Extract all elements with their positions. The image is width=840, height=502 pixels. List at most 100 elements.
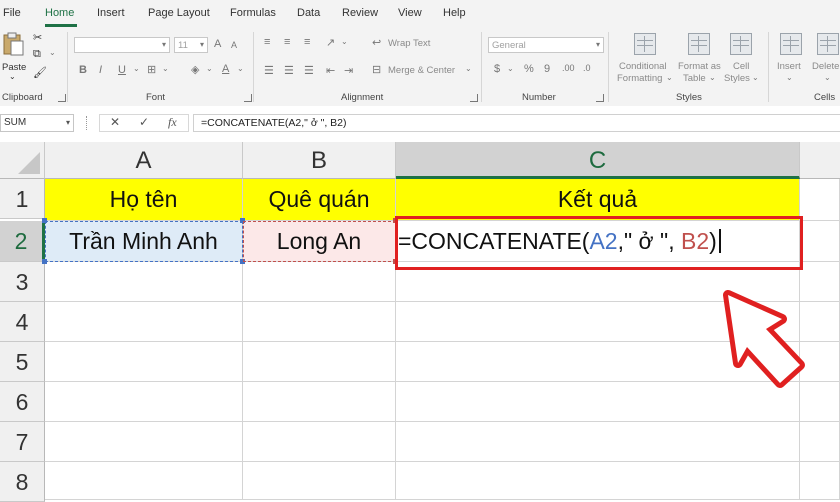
delete-cells-button[interactable]: Delete ⌄ (812, 33, 840, 89)
cut-icon[interactable]: ✂ (33, 31, 42, 44)
currency-icon[interactable]: $ (494, 63, 500, 75)
cell-a8[interactable] (45, 462, 243, 500)
underline-dropdown-icon[interactable]: ⌄ (133, 64, 140, 73)
cell-c7[interactable] (396, 422, 800, 462)
cell-b1[interactable]: Quê quán (243, 179, 396, 221)
row-header-6[interactable]: 6 (0, 382, 45, 422)
ref-a2-handle[interactable] (42, 218, 47, 223)
borders-icon[interactable]: ⊞ (147, 63, 156, 76)
paste-button[interactable]: Paste ⌄ (0, 32, 28, 81)
alignment-launcher-icon[interactable] (470, 94, 478, 102)
number-format-combo[interactable]: General ▾ (488, 37, 604, 53)
decrease-indent-icon[interactable]: ⇤ (326, 64, 335, 77)
row-header-3[interactable]: 3 (0, 262, 45, 302)
ref-a2-handle[interactable] (42, 259, 47, 264)
cell-b8[interactable] (243, 462, 396, 500)
decrease-decimal-icon[interactable]: .0 (583, 63, 591, 73)
menu-home[interactable]: Home (45, 7, 74, 19)
copy-icon[interactable]: ⧉ (33, 48, 41, 61)
menu-review[interactable]: Review (342, 7, 378, 19)
decrease-font-icon[interactable]: A (231, 40, 237, 50)
ref-b2-handle[interactable] (393, 218, 398, 223)
number-launcher-icon[interactable] (596, 94, 604, 102)
font-size-combo[interactable]: 11 ▾ (174, 37, 208, 53)
menu-file[interactable]: File (3, 7, 21, 19)
cell-d7[interactable] (800, 422, 840, 462)
column-header-b[interactable]: B (243, 142, 396, 179)
menu-page-layout[interactable]: Page Layout (148, 7, 210, 19)
wrap-text-button[interactable]: ↩ Wrap Text (372, 36, 442, 52)
ref-a2-handle[interactable] (240, 259, 245, 264)
align-center-icon[interactable]: ☰ (284, 64, 294, 77)
cell-b6[interactable] (243, 382, 396, 422)
row-header-5[interactable]: 5 (0, 342, 45, 382)
cell-c1[interactable]: Kết quả (396, 179, 800, 221)
percent-icon[interactable]: % (524, 63, 534, 75)
copy-dropdown-icon[interactable]: ⌄ (49, 48, 56, 57)
format-painter-icon[interactable]: 🖌 (33, 66, 47, 79)
column-header-d[interactable] (800, 142, 840, 179)
font-color-dropdown-icon[interactable]: ⌄ (237, 64, 244, 73)
orientation-icon[interactable]: ↗ (326, 36, 335, 49)
ref-a2-handle[interactable] (240, 218, 245, 223)
name-box[interactable]: SUM ▾ (0, 114, 74, 132)
italic-icon[interactable]: I (99, 64, 102, 76)
row-header-2[interactable]: 2 (0, 221, 45, 262)
insert-function-icon[interactable]: fx (168, 115, 177, 130)
align-top-icon[interactable]: ≡ (264, 36, 270, 48)
menu-help[interactable]: Help (443, 7, 466, 19)
row-header-1[interactable]: 1 (0, 179, 45, 219)
align-middle-icon[interactable]: ≡ (284, 36, 290, 48)
cell-a5[interactable] (45, 342, 243, 382)
cell-c2-editing[interactable]: =CONCATENATE(A2," ở ", B2) (396, 221, 800, 262)
clipboard-launcher-icon[interactable] (58, 94, 66, 102)
menu-view[interactable]: View (398, 7, 422, 19)
cell-styles-button[interactable]: Cell Styles ⌄ (722, 33, 762, 89)
font-launcher-icon[interactable] (244, 94, 252, 102)
column-header-a[interactable]: A (45, 142, 243, 179)
borders-dropdown-icon[interactable]: ⌄ (162, 64, 169, 73)
comma-style-icon[interactable]: 9 (544, 63, 550, 75)
cell-a6[interactable] (45, 382, 243, 422)
cell-d8[interactable] (800, 462, 840, 500)
underline-icon[interactable]: U (118, 64, 126, 76)
enter-icon[interactable]: ✓ (139, 115, 149, 129)
fill-color-icon[interactable]: ◈ (191, 63, 199, 76)
cell-b2[interactable]: Long An (243, 221, 396, 262)
menu-formulas[interactable]: Formulas (230, 7, 276, 19)
fill-color-dropdown-icon[interactable]: ⌄ (206, 64, 213, 73)
row-header-4[interactable]: 4 (0, 302, 45, 342)
cell-a1[interactable]: Họ tên (45, 179, 243, 221)
insert-cells-button[interactable]: Insert ⌄ (774, 33, 808, 89)
cell-b3[interactable] (243, 262, 396, 302)
column-header-c[interactable]: C (396, 142, 800, 179)
row-header-8[interactable]: 8 (0, 462, 45, 502)
cell-b7[interactable] (243, 422, 396, 462)
menu-insert[interactable]: Insert (97, 7, 125, 19)
align-right-icon[interactable]: ☰ (304, 64, 314, 77)
font-name-combo[interactable]: ▾ (74, 37, 170, 53)
increase-indent-icon[interactable]: ⇥ (344, 64, 353, 77)
bold-icon[interactable]: B (79, 64, 87, 76)
cell-a3[interactable] (45, 262, 243, 302)
merge-center-button[interactable]: ⊟ Merge & Center ⌄ (372, 63, 472, 79)
menu-data[interactable]: Data (297, 7, 320, 19)
cell-c8[interactable] (396, 462, 800, 500)
formula-input[interactable]: =CONCATENATE(A2," ở ", B2) (193, 114, 840, 132)
increase-font-icon[interactable]: A (214, 38, 221, 50)
cell-a4[interactable] (45, 302, 243, 342)
cell-a2[interactable]: Trần Minh Anh (45, 221, 243, 262)
formula-bar-grip[interactable] (86, 116, 89, 130)
align-left-icon[interactable]: ☰ (264, 64, 274, 77)
conditional-formatting-button[interactable]: Conditional Formatting ⌄ (614, 33, 674, 89)
cell-d2[interactable] (800, 221, 840, 262)
font-color-icon[interactable]: A (222, 63, 229, 75)
cell-b5[interactable] (243, 342, 396, 382)
format-as-table-button[interactable]: Format as Table ⌄ (676, 33, 724, 89)
select-all-button[interactable] (0, 142, 45, 179)
cell-a7[interactable] (45, 422, 243, 462)
currency-dropdown-icon[interactable]: ⌄ (507, 64, 514, 73)
align-bottom-icon[interactable]: ≡ (304, 36, 310, 48)
row-header-7[interactable]: 7 (0, 422, 45, 462)
cancel-icon[interactable]: ✕ (110, 115, 120, 129)
